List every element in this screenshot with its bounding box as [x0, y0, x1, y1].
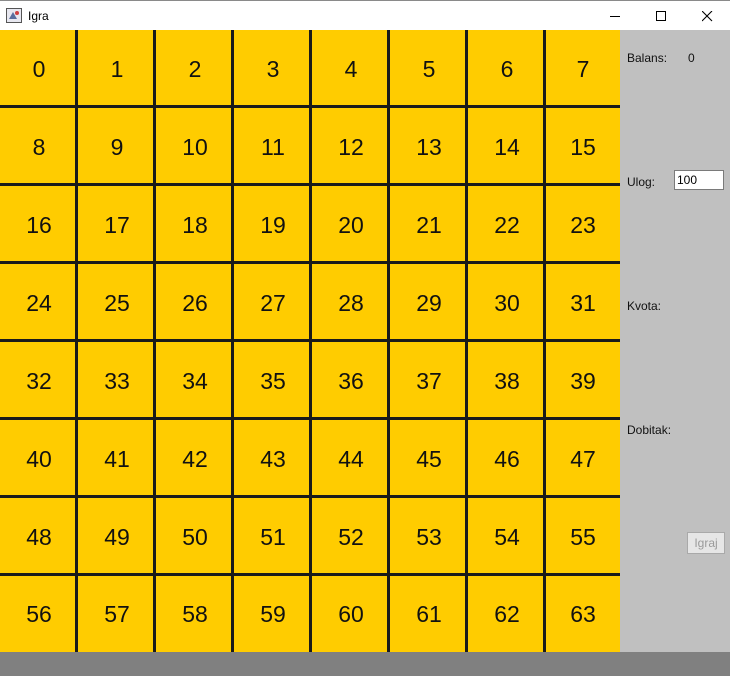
number-cell[interactable]: 48 — [0, 498, 78, 576]
number-cell[interactable]: 36 — [312, 342, 390, 420]
grid-divider — [0, 339, 620, 342]
footer-bar — [0, 652, 730, 676]
number-cell[interactable]: 18 — [156, 186, 234, 264]
number-cell[interactable]: 52 — [312, 498, 390, 576]
number-cell[interactable]: 22 — [468, 186, 546, 264]
number-cell[interactable]: 57 — [78, 576, 156, 652]
number-cell[interactable]: 7 — [546, 30, 620, 108]
title-bar: Igra — [0, 0, 730, 30]
grid-divider — [0, 417, 620, 420]
number-cell[interactable]: 45 — [390, 420, 468, 498]
number-cell[interactable]: 6 — [468, 30, 546, 108]
number-cell[interactable]: 41 — [78, 420, 156, 498]
side-panel: Balans: 0 Ulog: Kvota: Dobitak: Igraj — [620, 30, 730, 652]
number-cell[interactable]: 25 — [78, 264, 156, 342]
odds-label: Kvota: — [627, 299, 662, 313]
main-content: 0 1 2 3 4 5 6 7 8 9 10 11 12 13 14 15 16 17 18 19 20 21 22 23 24… — [0, 30, 730, 652]
number-cell[interactable]: 1 — [78, 30, 156, 108]
number-cell[interactable]: 19 — [234, 186, 312, 264]
play-button[interactable]: Igraj — [687, 532, 725, 554]
number-cell[interactable]: 60 — [312, 576, 390, 652]
number-cell[interactable]: 31 — [546, 264, 620, 342]
number-cell[interactable]: 43 — [234, 420, 312, 498]
number-cell[interactable]: 59 — [234, 576, 312, 652]
minimize-button[interactable] — [592, 1, 638, 31]
number-cell[interactable]: 61 — [390, 576, 468, 652]
balance-value: 0 — [688, 51, 695, 65]
winnings-label: Dobitak: — [627, 423, 672, 437]
number-cell[interactable]: 32 — [0, 342, 78, 420]
number-cell[interactable]: 51 — [234, 498, 312, 576]
number-cell[interactable]: 58 — [156, 576, 234, 652]
number-cell[interactable]: 13 — [390, 108, 468, 186]
number-cell[interactable]: 62 — [468, 576, 546, 652]
close-button[interactable] — [684, 1, 730, 31]
number-cell[interactable]: 10 — [156, 108, 234, 186]
grid-divider — [0, 495, 620, 498]
number-cell[interactable]: 27 — [234, 264, 312, 342]
number-cell[interactable]: 16 — [0, 186, 78, 264]
number-cell[interactable]: 40 — [0, 420, 78, 498]
maximize-button[interactable] — [638, 1, 684, 31]
app-icon — [6, 8, 22, 23]
number-cell[interactable]: 56 — [0, 576, 78, 652]
number-cell[interactable]: 44 — [312, 420, 390, 498]
number-cell[interactable]: 14 — [468, 108, 546, 186]
number-cell[interactable]: 28 — [312, 264, 390, 342]
number-grid: 0 1 2 3 4 5 6 7 8 9 10 11 12 13 14 15 16 17 18 19 20 21 22 23 24… — [0, 30, 620, 652]
grid-divider — [387, 30, 390, 652]
number-cell[interactable]: 17 — [78, 186, 156, 264]
number-cell[interactable]: 2 — [156, 30, 234, 108]
number-cell[interactable]: 34 — [156, 342, 234, 420]
number-cell[interactable]: 63 — [546, 576, 620, 652]
window-title: Igra — [28, 9, 49, 23]
grid-divider — [543, 30, 546, 652]
number-cell[interactable]: 54 — [468, 498, 546, 576]
number-cell[interactable]: 11 — [234, 108, 312, 186]
stake-input[interactable] — [674, 170, 724, 190]
grid-divider — [465, 30, 468, 652]
number-cell[interactable]: 26 — [156, 264, 234, 342]
number-cell[interactable]: 33 — [78, 342, 156, 420]
number-cell[interactable]: 9 — [78, 108, 156, 186]
number-cell[interactable]: 23 — [546, 186, 620, 264]
number-cell[interactable]: 49 — [78, 498, 156, 576]
number-cell[interactable]: 39 — [546, 342, 620, 420]
number-cell[interactable]: 30 — [468, 264, 546, 342]
number-cell[interactable]: 12 — [312, 108, 390, 186]
number-cell[interactable]: 8 — [0, 108, 78, 186]
number-cell[interactable]: 4 — [312, 30, 390, 108]
number-cell[interactable]: 46 — [468, 420, 546, 498]
maximize-icon — [655, 10, 666, 21]
number-cell[interactable]: 53 — [390, 498, 468, 576]
number-cell[interactable]: 47 — [546, 420, 620, 498]
number-cell[interactable]: 50 — [156, 498, 234, 576]
minimize-icon — [609, 15, 620, 17]
stake-label: Ulog: — [627, 175, 656, 189]
number-cell[interactable]: 5 — [390, 30, 468, 108]
number-cell[interactable]: 20 — [312, 186, 390, 264]
number-cell[interactable]: 55 — [546, 498, 620, 576]
number-cell[interactable]: 37 — [390, 342, 468, 420]
number-cell[interactable]: 21 — [390, 186, 468, 264]
number-cell[interactable]: 29 — [390, 264, 468, 342]
number-cell[interactable]: 38 — [468, 342, 546, 420]
number-cell[interactable]: 0 — [0, 30, 78, 108]
number-cell[interactable]: 3 — [234, 30, 312, 108]
grid-divider — [0, 573, 620, 576]
number-cell[interactable]: 35 — [234, 342, 312, 420]
balance-label: Balans: — [627, 51, 668, 65]
close-icon — [701, 10, 712, 21]
number-cell[interactable]: 24 — [0, 264, 78, 342]
number-cell[interactable]: 15 — [546, 108, 620, 186]
number-cell[interactable]: 42 — [156, 420, 234, 498]
